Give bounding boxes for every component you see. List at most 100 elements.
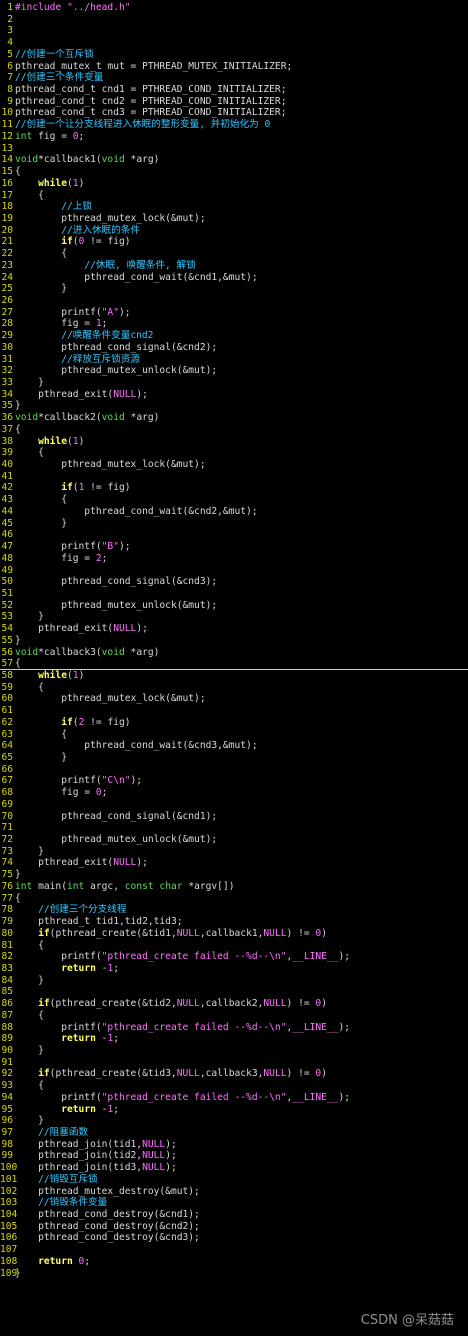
code-line[interactable]: 105 pthread_cond_destroy(&cnd2); [0, 1221, 468, 1233]
code-line[interactable]: 40 pthread_mutex_lock(&mut); [0, 459, 468, 471]
code-line[interactable]: 100 pthread_join(tid3,NULL); [0, 1162, 468, 1174]
code-line[interactable]: 35} [0, 400, 468, 412]
code-line[interactable]: 43 { [0, 494, 468, 506]
code-line[interactable]: 106 pthread_cond_destroy(&cnd3); [0, 1232, 468, 1244]
code-line[interactable]: 15{ [0, 166, 468, 178]
code-line[interactable]: 94 printf("pthread_create failed --%d--\… [0, 1092, 468, 1104]
code-line[interactable]: 36 void*callback2(void *arg) [0, 412, 468, 424]
code-line[interactable]: 71 [0, 822, 468, 834]
code-line[interactable]: 68 fig = 0; [0, 787, 468, 799]
code-line[interactable]: 86 if(pthread_create(&tid2,NULL,callback… [0, 998, 468, 1010]
code-line[interactable]: 76 int main(int argc, const char *argv[]) [0, 881, 468, 893]
code-line[interactable]: 104 pthread_cond_destroy(&cnd1); [0, 1209, 468, 1221]
code-line[interactable]: 63 { [0, 729, 468, 741]
code-line[interactable]: 26 [0, 295, 468, 307]
code-line[interactable]: 58 while(1) [0, 670, 468, 682]
code-line[interactable]: 79 pthread_t tid1,tid2,tid3; [0, 916, 468, 928]
code-line[interactable]: 12 int fig = 0; [0, 131, 468, 143]
code-line[interactable]: 53 } [0, 611, 468, 623]
code-line[interactable]: 92 if(pthread_create(&tid3,NULL,callback… [0, 1068, 468, 1080]
code-line[interactable]: 9 pthread_cond_t cnd2 = PTHREAD_COND_INIT… [0, 96, 468, 108]
code-line[interactable]: 59 { [0, 682, 468, 694]
code-line[interactable]: 30 pthread_cond_signal(&cnd2); [0, 342, 468, 354]
code-line[interactable]: 28 fig = 1; [0, 318, 468, 330]
code-line[interactable]: 55} [0, 635, 468, 647]
code-line[interactable]: 103 //销毁条件变量 [0, 1197, 468, 1209]
code-line[interactable]: 57{ [0, 658, 468, 670]
code-line[interactable]: 70 pthread_cond_signal(&cnd1); [0, 811, 468, 823]
code-line[interactable]: 3 [0, 25, 468, 37]
code-line[interactable]: 75} [0, 869, 468, 881]
code-line[interactable]: 102 pthread_mutex_destroy(&mut); [0, 1186, 468, 1198]
code-line[interactable]: 69 [0, 799, 468, 811]
code-line[interactable]: 98 pthread_join(tid1,NULL); [0, 1139, 468, 1151]
code-line[interactable]: 10 pthread_cond_t cnd3 = PTHREAD_COND_INI… [0, 107, 468, 119]
code-line[interactable]: 34 pthread_exit(NULL); [0, 389, 468, 401]
code-line[interactable]: 108 return 0; [0, 1256, 468, 1268]
code-line[interactable]: 97 //阻塞函数 [0, 1127, 468, 1139]
code-line[interactable]: 78 //创建三个分支线程 [0, 904, 468, 916]
code-line[interactable]: 44 pthread_cond_wait(&cnd2,&mut); [0, 506, 468, 518]
code-line[interactable]: 99 pthread_join(tid2,NULL); [0, 1150, 468, 1162]
code-line[interactable]: 62 if(2 != fig) [0, 717, 468, 729]
code-line[interactable]: 20 //进入休眠的条件 [0, 225, 468, 237]
code-line[interactable]: 41 [0, 471, 468, 483]
code-line[interactable]: 73 } [0, 846, 468, 858]
code-line[interactable]: 56 void*callback3(void *arg) [0, 647, 468, 659]
code-line[interactable]: 24 pthread_cond_wait(&cnd1,&mut); [0, 272, 468, 284]
code-line[interactable]: 7//创建三个条件变量 [0, 72, 468, 84]
code-line[interactable]: 49 [0, 565, 468, 577]
code-line[interactable]: 90 } [0, 1045, 468, 1057]
code-line[interactable]: 8 pthread_cond_t cnd1 = PTHREAD_COND_INIT… [0, 84, 468, 96]
code-line[interactable]: 14 void*callback1(void *arg) [0, 154, 468, 166]
code-line[interactable]: 46 [0, 529, 468, 541]
code-line[interactable]: 54 pthread_exit(NULL); [0, 623, 468, 635]
code-line[interactable]: 1 #include "../head.h" [0, 2, 468, 14]
code-line[interactable]: 22 { [0, 248, 468, 260]
code-line[interactable]: 88 printf("pthread_create failed --%d--\… [0, 1022, 468, 1034]
code-line[interactable]: 5//创建一个互斥锁 [0, 49, 468, 61]
code-line[interactable]: 11//创建一个让分支线程进入休眠的整形变量, 并初始化为 0 [0, 119, 468, 131]
code-line[interactable]: 85 [0, 986, 468, 998]
code-line[interactable]: 6 pthread_mutex_t mut = PTHREAD_MUTEX_INI… [0, 61, 468, 73]
code-line[interactable]: 67 printf("C\n"); [0, 775, 468, 787]
code-line[interactable]: 47 printf("B"); [0, 541, 468, 553]
code-line[interactable]: 38 while(1) [0, 436, 468, 448]
code-line[interactable]: 21 if(0 != fig) [0, 236, 468, 248]
code-line[interactable]: 95 return -1; [0, 1104, 468, 1116]
code-line[interactable]: 17 { [0, 190, 468, 202]
code-line[interactable]: 29 //唤醒条件变量cnd2 [0, 330, 468, 342]
code-line[interactable]: 50 pthread_cond_signal(&cnd3); [0, 576, 468, 588]
code-line[interactable]: 39 { [0, 447, 468, 459]
code-line[interactable]: 51 [0, 588, 468, 600]
code-line[interactable]: 31 //释放互斥锁资源 [0, 354, 468, 366]
code-editor[interactable]: 1 #include "../head.h" 2 3 4 5//创建一个互斥锁 6 pthre… [0, 2, 468, 1279]
code-line[interactable]: 89 return -1; [0, 1033, 468, 1045]
code-line[interactable]: 52 pthread_mutex_unlock(&mut); [0, 600, 468, 612]
code-line[interactable]: 84 } [0, 975, 468, 987]
code-line[interactable]: 61 [0, 705, 468, 717]
code-line[interactable]: 91 [0, 1057, 468, 1069]
code-line[interactable]: 42 if(1 != fig) [0, 482, 468, 494]
code-line[interactable]: 33 } [0, 377, 468, 389]
code-line[interactable]: 16 while(1) [0, 178, 468, 190]
code-line[interactable]: 74 pthread_exit(NULL); [0, 857, 468, 869]
code-line[interactable]: 107 [0, 1244, 468, 1256]
code-line[interactable]: 27 printf("A"); [0, 307, 468, 319]
code-line[interactable]: 45 } [0, 518, 468, 530]
code-line[interactable]: 64 pthread_cond_wait(&cnd3,&mut); [0, 740, 468, 752]
code-line[interactable]: 82 printf("pthread_create failed --%d--\… [0, 951, 468, 963]
code-line[interactable]: 2 [0, 14, 468, 26]
code-line[interactable]: 66 [0, 764, 468, 776]
code-line[interactable]: 4 [0, 37, 468, 49]
code-line[interactable]: 25 } [0, 283, 468, 295]
code-line[interactable]: 101 //销毁互斥锁 [0, 1174, 468, 1186]
code-line[interactable]: 96 } [0, 1115, 468, 1127]
code-line[interactable]: 93 { [0, 1080, 468, 1092]
code-line[interactable]: 60 pthread_mutex_lock(&mut); [0, 693, 468, 705]
code-line[interactable]: 87 { [0, 1010, 468, 1022]
code-line[interactable]: 13 [0, 143, 468, 155]
code-line[interactable]: 48 fig = 2; [0, 553, 468, 565]
code-line[interactable]: 19 pthread_mutex_lock(&mut); [0, 213, 468, 225]
code-line[interactable]: 32 pthread_mutex_unlock(&mut); [0, 365, 468, 377]
